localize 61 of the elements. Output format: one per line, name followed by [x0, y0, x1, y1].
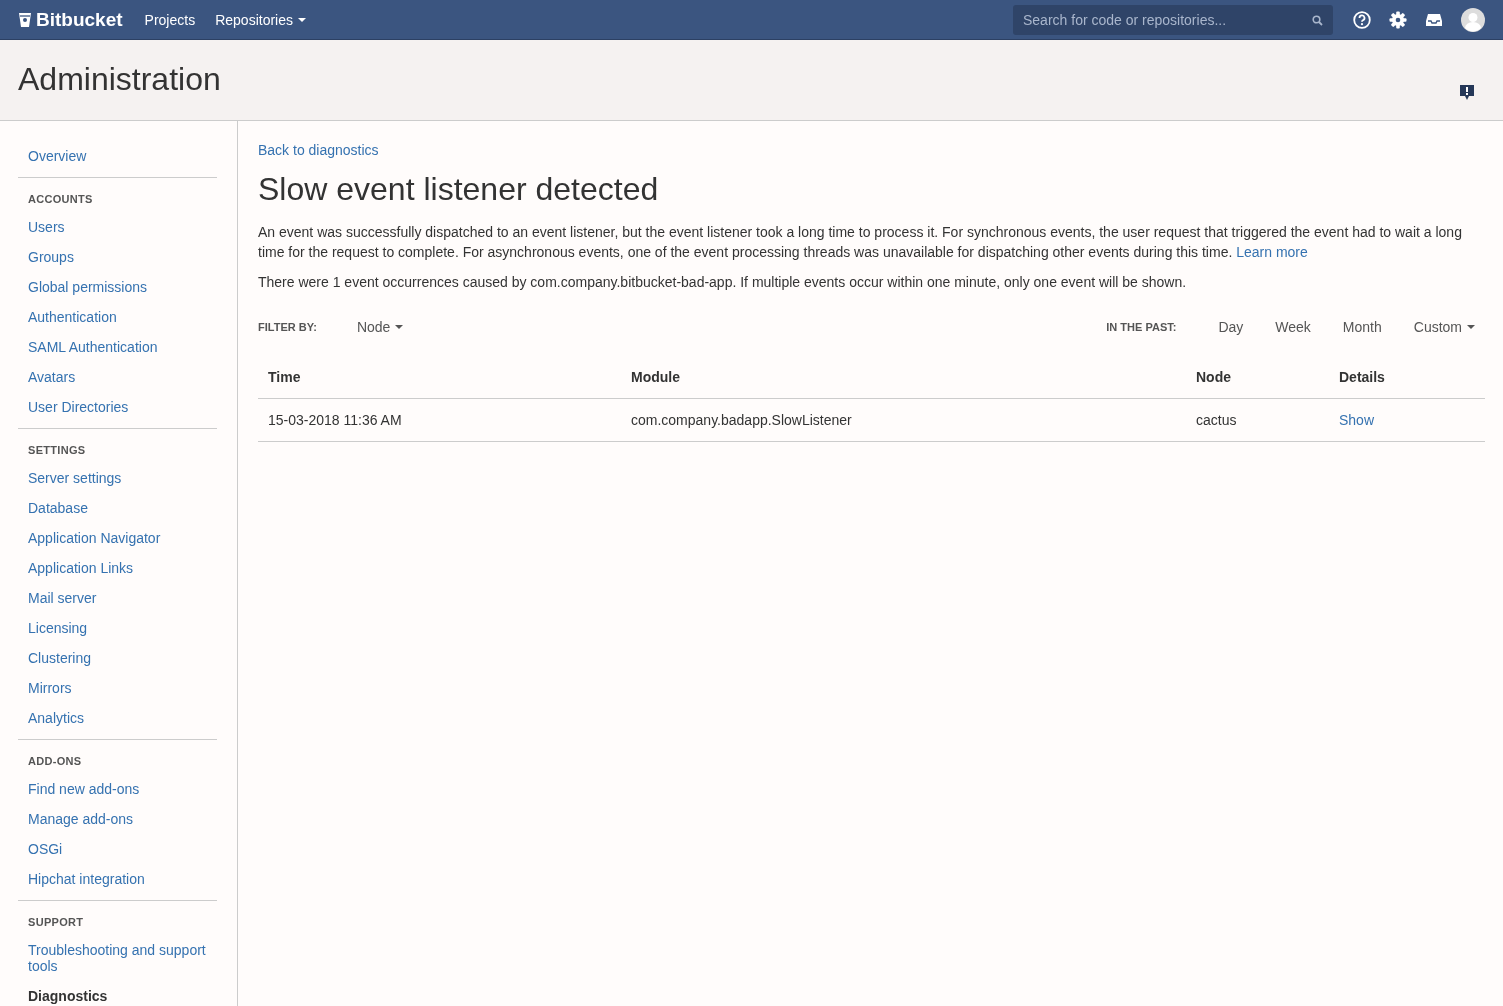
column-header: Node — [1186, 356, 1329, 399]
table-cell: com.company.badapp.SlowListener — [621, 398, 1186, 442]
sidebar-item[interactable]: Diagnostics — [18, 981, 217, 1006]
sidebar-item[interactable]: Application Links — [18, 553, 217, 583]
range-option[interactable]: Custom — [1413, 315, 1475, 339]
filter-label: FILTER BY: — [258, 321, 317, 333]
sidebar-item[interactable]: Mail server — [18, 583, 217, 613]
range-option[interactable]: Week — [1275, 315, 1311, 339]
sidebar-item[interactable]: Overview — [18, 141, 217, 171]
sidebar-item[interactable]: Avatars — [18, 362, 217, 392]
sidebar-item[interactable]: Clustering — [18, 643, 217, 673]
range-option[interactable]: Month — [1342, 315, 1382, 339]
description-text: An event was successfully dispatched to an event listener, but the event listener took a long time to process it. For synchronous events, the user request that triggered the event had to wait a long time for the request to complete. For asynchronous events, one of the event processing threads was unavailable for dispatching other events during this time. Learn more — [258, 223, 1463, 262]
sidebar-item[interactable]: Troubleshooting and support tools — [18, 935, 217, 981]
bucket-icon — [18, 11, 32, 28]
table-cell: 15-03-2018 11:36 AM — [258, 398, 621, 442]
sidebar-item[interactable]: Database — [18, 493, 217, 523]
sidebar-item[interactable]: Server settings — [18, 463, 217, 493]
learn-more-link[interactable]: Learn more — [1236, 244, 1308, 260]
sidebar-item[interactable]: SAML Authentication — [18, 332, 217, 362]
sidebar-item[interactable]: Application Navigator — [18, 523, 217, 553]
node-filter-dropdown[interactable]: Node — [356, 315, 404, 339]
range-option[interactable]: Day — [1218, 315, 1244, 339]
inbox-icon[interactable] — [1425, 12, 1443, 27]
nav-link[interactable]: Projects — [144, 11, 196, 28]
sidebar-item[interactable]: Analytics — [18, 703, 217, 733]
settings-icon[interactable] — [1389, 10, 1407, 29]
heading: Slow event listener detected — [258, 171, 660, 208]
column-header: Details — [1329, 356, 1485, 399]
search-field[interactable]: Search for code or repositories... — [1013, 4, 1333, 35]
sidebar-item[interactable]: User Directories — [18, 392, 217, 422]
sidebar-item[interactable]: Hipchat integration — [18, 864, 217, 894]
sidebar-heading: ACCOUNTS — [27, 192, 94, 207]
logo[interactable]: Bitbucket — [18, 8, 123, 31]
help-icon[interactable] — [1353, 10, 1371, 29]
table-cell: cactus — [1186, 398, 1329, 442]
column-header: Module — [621, 356, 1186, 399]
sidebar-heading: ADD-ONS — [27, 754, 83, 769]
sidebar-heading: SUPPORT — [27, 915, 85, 930]
occurrences-text: There were 1 event occurrences caused by com.company.bitbucket-bad-app. If multiple events occur within one minute, only one event will be shown. — [258, 273, 1188, 292]
search-icon — [1312, 14, 1323, 26]
sidebar-item[interactable]: Mirrors — [18, 673, 217, 703]
column-header: Time — [258, 356, 621, 399]
avatar-icon[interactable] — [1461, 7, 1485, 32]
page-title: Administration — [18, 60, 221, 98]
sidebar-item[interactable]: Manage add-ons — [18, 804, 217, 834]
sidebar-item[interactable]: Find new add-ons — [18, 774, 217, 804]
sidebar-item[interactable]: Licensing — [18, 613, 217, 643]
nav-link[interactable]: Repositories — [215, 11, 306, 28]
back-link[interactable]: Back to diagnostics — [258, 142, 379, 158]
range-label: IN THE PAST: — [1106, 321, 1177, 333]
logo-text: Bitbucket — [36, 8, 123, 31]
caret-icon — [395, 325, 404, 329]
sidebar-item[interactable]: Users — [18, 212, 217, 242]
sidebar-item[interactable]: Groups — [18, 242, 217, 272]
sidebar-item[interactable]: OSGi — [18, 834, 217, 864]
sidebar-heading: SETTINGS — [27, 443, 87, 458]
sidebar-item[interactable]: Global permissions — [18, 272, 217, 302]
feedback-icon[interactable] — [1459, 83, 1475, 101]
sidebar-item[interactable]: Authentication — [18, 302, 217, 332]
show-link[interactable]: Show — [1339, 412, 1375, 428]
